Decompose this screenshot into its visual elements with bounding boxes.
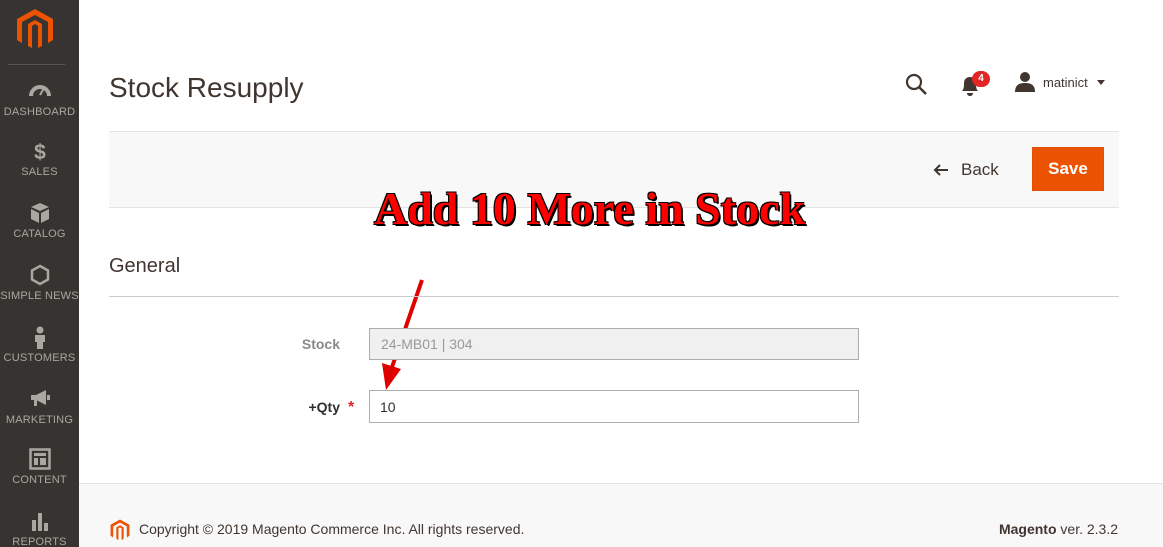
- sidebar-item-reports[interactable]: REPORTS: [0, 510, 79, 547]
- qty-input[interactable]: [369, 390, 859, 423]
- required-marker: *: [348, 399, 355, 416]
- back-button-label: Back: [961, 160, 999, 179]
- footer-copyright: Copyright © 2019 Magento Commerce Inc. A…: [139, 521, 525, 537]
- arrow-left-icon: [933, 164, 948, 176]
- magento-footer-logo-icon: [110, 519, 130, 540]
- bar-chart-icon: [0, 510, 79, 536]
- search-icon[interactable]: [904, 72, 928, 96]
- dollar-icon: $: [0, 140, 79, 166]
- stock-field-readonly: 24-MB01 | 304: [369, 328, 859, 360]
- admin-sidebar: DASHBOARD $ SALES CATALOG SIMPLE NEWS CU…: [0, 0, 79, 547]
- sidebar-item-sales[interactable]: $ SALES: [0, 140, 79, 198]
- footer-version-number: ver. 2.3.2: [1056, 521, 1118, 537]
- sidebar-item-simple-news[interactable]: SIMPLE NEWS: [0, 264, 79, 322]
- stock-field-label: Stock: [301, 336, 340, 352]
- annotation-text: Add 10 More in Stock: [374, 183, 806, 234]
- sidebar-item-dashboard[interactable]: DASHBOARD: [0, 80, 79, 138]
- magento-logo-icon[interactable]: [16, 8, 54, 50]
- chevron-down-icon[interactable]: [1097, 80, 1105, 85]
- sidebar-item-content[interactable]: CONTENT: [0, 448, 79, 506]
- hexagon-icon: [0, 264, 79, 290]
- sidebar-divider: [8, 64, 65, 65]
- user-icon[interactable]: [1014, 71, 1036, 93]
- section-title-general: General: [109, 255, 181, 277]
- page-title: Stock Resupply: [109, 72, 304, 103]
- notification-count-badge[interactable]: 4: [972, 71, 990, 87]
- sidebar-item-marketing[interactable]: MARKETING: [0, 388, 79, 446]
- megaphone-icon: [0, 388, 79, 414]
- footer-brand[interactable]: Magento: [999, 521, 1057, 537]
- box-icon: [0, 202, 79, 228]
- person-icon: [0, 326, 79, 352]
- dashboard-icon: [0, 80, 79, 106]
- svg-text:$: $: [34, 141, 46, 162]
- layout-icon: [0, 448, 79, 474]
- page-footer: [79, 483, 1163, 547]
- save-button[interactable]: Save: [1032, 147, 1104, 191]
- user-menu-name[interactable]: matinict: [1043, 75, 1088, 90]
- sidebar-item-customers[interactable]: CUSTOMERS: [0, 326, 79, 384]
- back-button[interactable]: Back: [933, 158, 999, 182]
- qty-field-label: +Qty: [308, 399, 340, 415]
- section-divider: [109, 296, 1119, 297]
- footer-version: Magento ver. 2.3.2: [999, 521, 1118, 537]
- sidebar-item-catalog[interactable]: CATALOG: [0, 202, 79, 260]
